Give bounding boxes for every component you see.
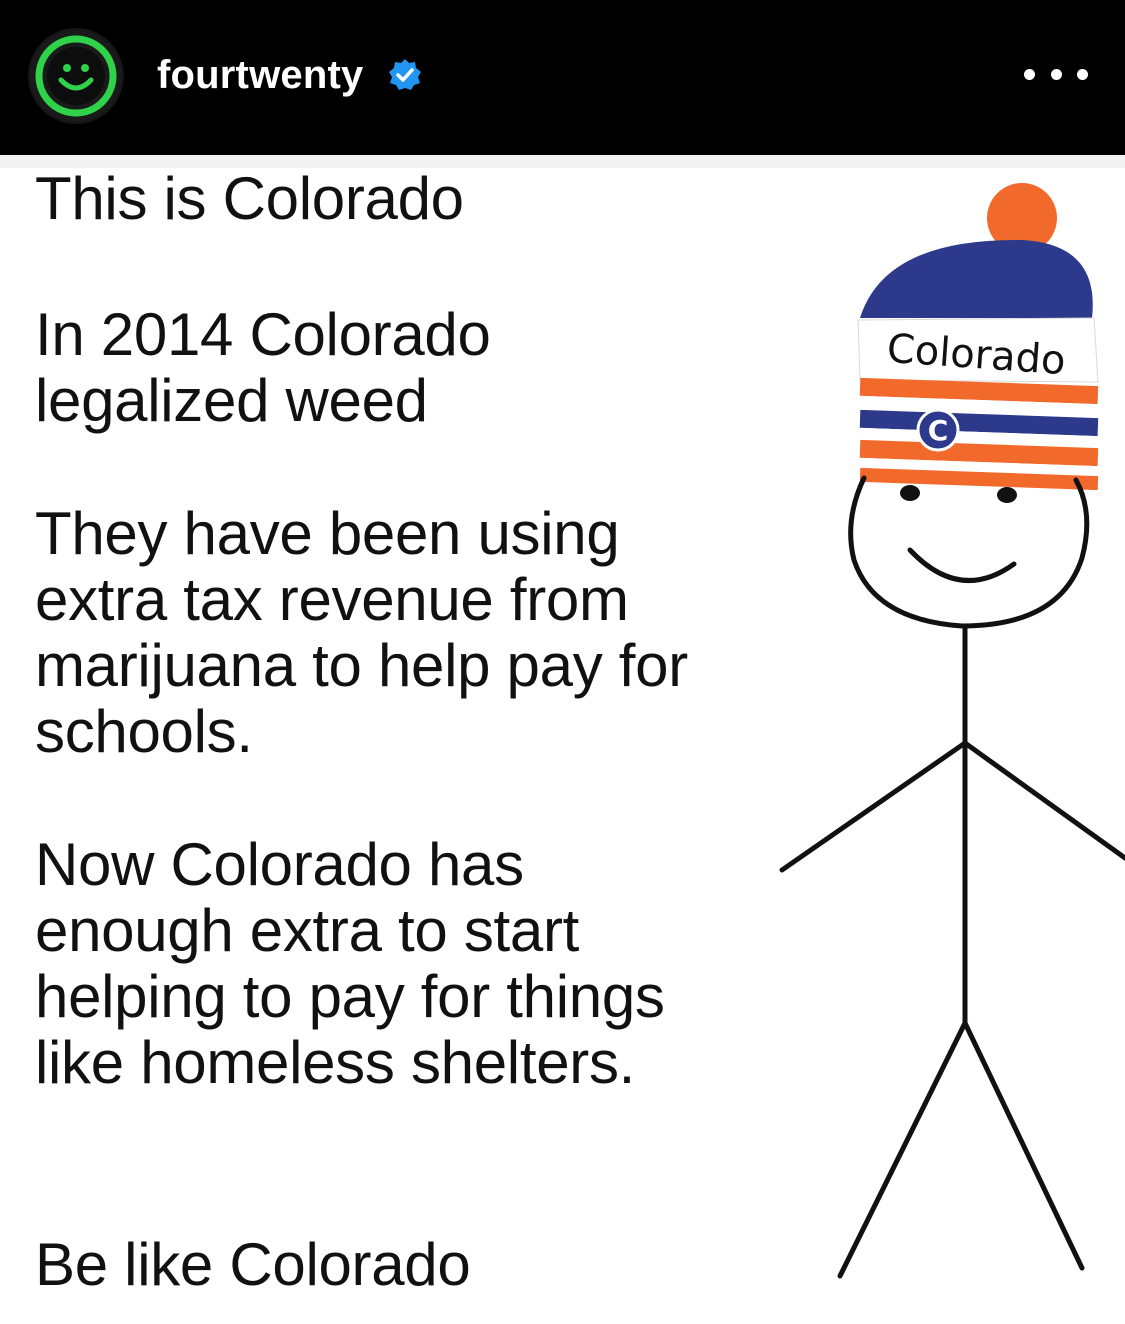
stick-leg-right [962,1020,1085,1271]
verified-badge-icon [388,58,422,92]
stick-leg-left [837,1020,968,1279]
stick-arm-left [779,740,968,873]
meme-line-schools: They have been using extra tax revenue f… [35,500,688,765]
stick-head [848,475,1090,629]
meme-line-intro: This is Colorado [35,165,464,232]
meme-line-legalized: In 2014 Colorado legalized weed [35,301,491,434]
left-eye [900,485,920,501]
meme-line-shelters: Now Colorado has enough extra to start h… [35,831,665,1096]
svg-text:C: C [928,414,949,447]
hat-dome [860,239,1093,318]
stick-figure-illustration: Colorado C [760,168,1125,1324]
more-options-button[interactable] [1024,52,1088,96]
meme-line-outro: Be like Colorado [35,1231,471,1298]
more-dot [1024,68,1035,80]
stick-arm-right [962,740,1125,861]
username-link[interactable]: fourtwenty [157,50,363,100]
post-header: fourtwenty [0,0,1125,155]
more-dot [1050,68,1062,80]
more-dot [1077,68,1088,80]
smiley-face-icon [30,30,122,122]
right-eye [997,487,1017,503]
smile [907,547,1017,584]
profile-avatar[interactable] [28,28,124,124]
